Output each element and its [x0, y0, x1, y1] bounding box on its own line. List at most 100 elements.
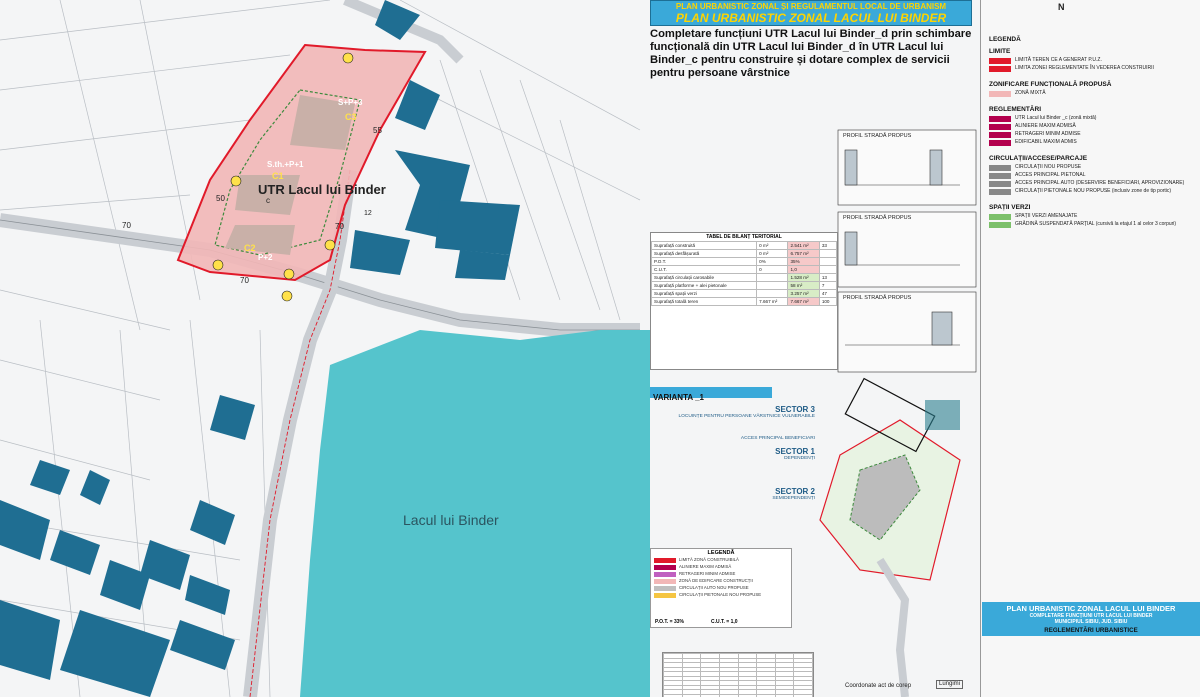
legend-swatch: [654, 586, 676, 591]
variant-legend-row: ALINIERE MAXIM ADMISĂ: [654, 564, 791, 571]
plan-title-band: PLAN URBANISTIC ZONAL ȘI REGULAMENTUL LO…: [650, 0, 972, 26]
legend-item: EDIFICABIL MAXIM ADMIS: [1015, 139, 1077, 145]
land-balance-cell: 1.528 m²: [787, 273, 820, 282]
utr-sub-label: c: [266, 196, 270, 205]
legend-swatch: [989, 124, 1011, 130]
bottom-sub2: MUNICIPIUL SIBIU, JUD. SIBIU: [1054, 619, 1128, 625]
legend-item: LIMITA ZONEI REGLEMENTATE ÎN VEDEREA CON…: [1015, 65, 1154, 71]
legend-item: ACCES PRINCIPAL AUTO (DESERVIRE BENEFICI…: [1015, 180, 1185, 186]
land-balance-cell: 0 m²: [756, 241, 789, 250]
land-balance-row: P.O.T. 0% 35%: [650, 257, 838, 266]
legend-swatch: [654, 572, 676, 577]
road-width-50: 50: [216, 194, 225, 203]
land-balance-cell: [756, 289, 789, 298]
land-balance-cell: 3.257 m²: [787, 289, 820, 298]
land-balance-cell: 7: [818, 281, 838, 290]
legend-item: ZONĂ MIXTĂ: [1015, 90, 1046, 96]
profile-title-2: PROFIL STRADĂ PROPUS: [843, 215, 912, 221]
road-width-b: 70: [240, 276, 249, 285]
legend-section-title: SPAȚII VERZI: [989, 204, 1031, 211]
land-balance-cell: 47: [818, 289, 838, 298]
land-balance-cell: [756, 281, 789, 290]
legend-swatch: [989, 189, 1011, 195]
plan-title-line2: PLAN URBANISTIC ZONAL LACUL LUI BINDER: [675, 11, 947, 25]
zone-c1: C1: [272, 171, 284, 181]
legend-swatch: [989, 66, 1011, 72]
variant-legend-row: LIMITĂ ZONĂ CONSTRUIBILĂ: [654, 557, 791, 564]
legend-item: LIMITĂ TEREN CE A GENERAT P.U.Z.: [1015, 57, 1102, 63]
legend-swatch: [989, 173, 1011, 179]
land-balance-cell: 100: [818, 297, 838, 306]
legend-title: LEGENDĂ: [989, 36, 1021, 43]
land-balance-row: Suprafață construită 0 m² 2.541 m² 33: [650, 241, 838, 250]
profile-title-1: PROFIL STRADĂ PROPUS: [843, 133, 912, 139]
bottom-title: PLAN URBANISTIC ZONAL LACUL LUI BINDER: [1006, 604, 1176, 613]
land-balance-row: Suprafață spații verzi 3.257 m² 47: [650, 289, 838, 298]
legend-section-title: REGLEMENTĂRI: [989, 106, 1041, 113]
land-balance-row: Suprafață totală teren 7.667 m² 7.667 m² 10…: [650, 297, 838, 306]
variant-sketch: [819, 377, 961, 697]
sector-1-name: SECTOR 1: [775, 447, 815, 456]
variant-legend-row: ZONĂ DE EDIFICARE CONSTRUCȚII: [654, 578, 791, 585]
land-balance-cell: Suprafață circulații carosabile: [650, 273, 758, 282]
variant-band: VARIANTA _1: [650, 387, 772, 402]
land-balance-cell: 2.541 m²: [787, 241, 820, 250]
variant-legend-text: CIRCULAȚII AUTO NOU PROPUSE: [679, 585, 749, 590]
north-label: N: [1058, 2, 1065, 12]
variant-legend-text: ALINIERE MAXIM ADMISĂ: [679, 564, 732, 569]
land-balance-cell: Suprafață desfășurată: [650, 249, 758, 258]
land-balance-cell: 1,0: [787, 265, 820, 274]
road-width-55: 55: [373, 126, 382, 135]
land-balance-cell: 35%: [787, 257, 820, 266]
land-balance-cell: Suprafață platforme + alei pietonale: [650, 281, 758, 290]
sector-3-desc: LOCUINȚE PENTRU PERSOANE VÂRSTNICE VULNE…: [678, 414, 815, 419]
legend-section-title: LIMITE: [989, 48, 1011, 55]
road-width-12: 12: [364, 210, 372, 217]
land-balance-cell: 0%: [756, 257, 789, 266]
land-balance-cell: 33: [818, 241, 838, 250]
variant-legend-row: CIRCULAȚII AUTO NOU PROPUSE: [654, 585, 791, 592]
legend-item: GRĂDINĂ SUSPENDATĂ PARȚIAL (cursivă la e…: [1015, 221, 1177, 227]
regulations-label: REGLEMENTĂRI URBANISTICE: [1044, 627, 1138, 634]
legend-item: UTR Lacul lui Binder _c (zonă mixtă): [1015, 115, 1097, 121]
sector-3-name: SECTOR 3: [775, 405, 815, 414]
land-balance-cell: [756, 273, 789, 282]
coordinates-table: [662, 652, 814, 697]
legend-panel: N LEGENDĂ LIMITE LIMITĂ TEREN CE A GENERA…: [980, 0, 1200, 697]
land-balance-table: TABEL DE BILANȚ TERITORIAL Suprafață con…: [650, 232, 838, 370]
variant-legend-row: RETRAGERI MINIM ADMISE: [654, 571, 791, 578]
access-label: ACCES PRINCIPAL BENEFICIARI: [740, 436, 815, 441]
land-balance-cell: [818, 257, 838, 266]
legend-swatch: [654, 565, 676, 570]
legend-item: ACCES PRINCIPAL PIETONAL: [1015, 172, 1086, 178]
utr-label: UTR Lacul lui Binder: [258, 182, 386, 197]
road-width-a: 70: [122, 221, 131, 230]
sector-2-name: SECTOR 2: [775, 487, 815, 496]
plan-sheet: PLAN URBANISTIC ZONAL ȘI REGULAMENTUL LO…: [0, 0, 1200, 697]
land-balance-cell: 0 m²: [756, 249, 789, 258]
legend-swatch: [989, 165, 1011, 171]
land-balance-row: Suprafață circulații carosabile 1.528 m² 1…: [650, 273, 838, 282]
land-balance-row: C.U.T. 0 1,0: [650, 265, 838, 274]
legend-swatch: [989, 132, 1011, 138]
land-balance-row: Suprafață desfășurată 0 m² 6.757 m²: [650, 249, 838, 258]
land-balance-cell: Suprafață construită: [650, 241, 758, 250]
height-c2: P+2: [258, 253, 273, 262]
road-width-c: 70: [335, 222, 344, 231]
legend-section-title: CIRCULAȚII/ACCESE/PARCAJE: [989, 155, 1088, 162]
legend-item: SPAȚII VERZI AMENAJATE: [1015, 213, 1078, 219]
sector-2-desc: SEMIDEPENDENȚI: [772, 496, 815, 501]
variant-legend-text: CIRCULAȚII PIETONALE NOU PROPUSE: [679, 592, 762, 597]
variant-legend-text: RETRAGERI MINIM ADMISE: [679, 571, 736, 576]
legend-swatch: [654, 593, 676, 598]
legend-swatch: [989, 181, 1011, 187]
land-balance-cell: 13: [818, 273, 838, 282]
land-balance-cell: 6.757 m²: [787, 249, 820, 258]
land-balance-cell: 58 m²: [787, 281, 820, 290]
legend-item: RETRAGERI MINIM ADMISE: [1015, 131, 1081, 137]
land-balance-row: Suprafață platforme + alei pietonale 58 m…: [650, 281, 838, 290]
legend-item: CIRCULAȚII PIETONALE NOU PROPUSE (inclus…: [1015, 188, 1172, 194]
land-balance-cell: Suprafață spații verzi: [650, 289, 758, 298]
pot-value: P.O.T. = 33%: [655, 619, 684, 625]
land-balance-grid: Suprafață construită 0 m² 2.541 m² 33 Supraf…: [650, 241, 838, 306]
